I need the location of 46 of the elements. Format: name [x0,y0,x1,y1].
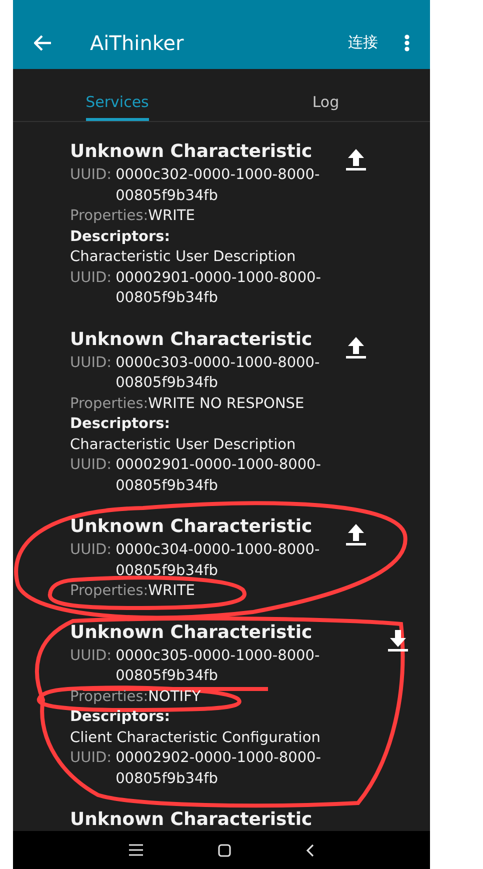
descriptors-heading: Descriptors: [70,228,170,246]
back-icon[interactable] [306,844,314,856]
home-icon[interactable] [218,844,231,856]
uuid-label: UUID: [70,541,112,560]
upload-icon[interactable] [346,334,366,358]
uuid-label: UUID: [70,166,112,185]
menu-icon[interactable] [129,844,143,856]
uuid-value: 00002901-0000-1000-8000-00805f9b34fb [116,456,322,496]
uuid-label: UUID: [70,354,112,372]
uuid-label: UUID: [70,646,112,666]
uuid-label: UUID: [70,456,112,475]
tab[interactable]: Services [86,69,149,121]
uuid-value: 0000c303-0000-1000-8000-00805f9b34fb [116,354,321,393]
more-icon[interactable] [404,34,410,52]
upload-icon[interactable] [346,147,366,171]
descriptors-heading: Descriptors: [70,708,170,727]
properties-label: Properties: [70,208,148,224]
back-arrow-icon[interactable] [34,34,52,50]
properties-label: Properties: [70,583,148,599]
upload-icon[interactable] [346,522,366,546]
characteristic-name: Unknown Characteristic [70,620,312,644]
properties-label: Properties: [70,396,148,412]
characteristic-name: Unknown Characteristic [70,515,312,539]
properties-value: NOTIFY [148,688,201,704]
uuid-label: UUID: [70,268,112,288]
characteristic-name: Unknown Characteristic [70,328,312,352]
uuid-value: 0000c305-0000-1000-8000-00805f9b34fb [116,646,321,686]
connect-button[interactable]: 连接 [348,33,378,52]
properties-value: WRITE NO RESPONSE [148,396,304,412]
tab[interactable]: Log [312,69,340,121]
properties-label: Properties: [70,688,148,704]
descriptors-heading: Descriptors: [70,415,170,434]
descriptor-name: Characteristic User Description [70,248,296,267]
uuid-value: 00002902-0000-1000-8000-00805f9b34fb [116,749,322,788]
descriptor-name: Characteristic User Description [70,436,296,454]
uuid-label: UUID: [70,749,112,768]
properties-value: WRITE [148,208,195,224]
descriptor-name: Client Characteristic Configuration [70,728,320,748]
characteristic-name: Unknown Characteristic [70,140,312,164]
properties-value: WRITE [148,583,195,599]
uuid-value: 00002901-0000-1000-8000-00805f9b34fb [116,268,322,308]
uuid-value: 0000c302-0000-1000-8000-00805f9b34fb [116,166,321,206]
characteristic-name: Unknown Characteristic [70,808,312,831]
download-icon[interactable] [388,628,408,652]
app-title: AiThinker [90,30,185,54]
uuid-value: 0000c304-0000-1000-8000-00805f9b34fb [116,541,321,580]
